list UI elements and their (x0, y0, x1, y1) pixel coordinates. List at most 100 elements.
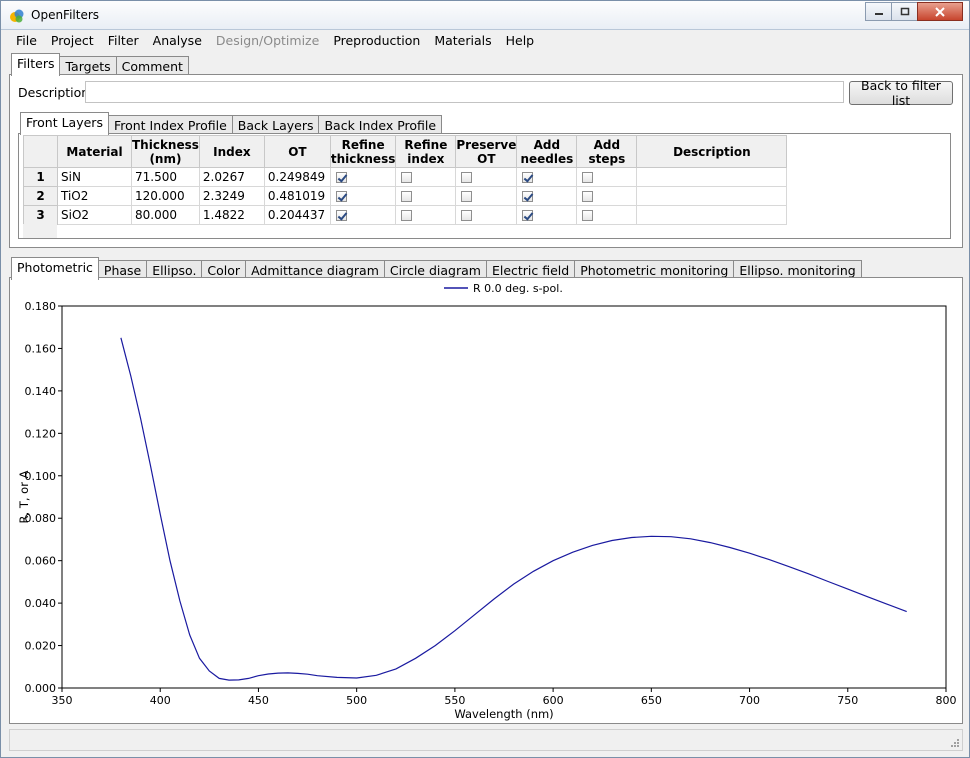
index-cell[interactable]: 2.3249 (198, 186, 265, 206)
add-needles-cell (516, 186, 578, 206)
x-tick-label: 350 (52, 694, 73, 707)
menu-materials[interactable]: Materials (427, 31, 498, 51)
refine-index-cell (395, 167, 457, 187)
layer-tabs: Front Layers Front Index Profile Back La… (20, 112, 443, 135)
column-header-refine-thickness[interactable]: Refine thickness (329, 135, 397, 168)
refine-index-checkbox[interactable] (401, 191, 413, 202)
y-tick-label: 0.180 (25, 300, 57, 313)
tab-back-layers[interactable]: Back Layers (231, 115, 320, 135)
add-needles-checkbox[interactable] (522, 191, 534, 202)
x-tick-label: 400 (150, 694, 171, 707)
y-tick-label: 0.160 (25, 342, 57, 355)
close-button[interactable] (917, 2, 963, 21)
description-label: Description: (18, 85, 94, 100)
add-steps-checkbox[interactable] (582, 191, 594, 202)
preserve-ot-checkbox[interactable] (461, 172, 473, 183)
column-header-row-number (23, 135, 58, 168)
ot-cell[interactable]: 0.204437 (263, 205, 331, 225)
y-tick-label: 0.120 (25, 427, 57, 440)
tab-comment[interactable]: Comment (115, 56, 189, 76)
menu-filter[interactable]: Filter (101, 31, 146, 51)
thickness-cell[interactable]: 71.500 (131, 167, 200, 187)
back-to-filter-list-button[interactable]: Back to filter list (849, 78, 953, 108)
maximize-button[interactable] (891, 2, 918, 21)
y-tick-label: 0.060 (25, 555, 57, 568)
column-header-add-steps[interactable]: Add steps (576, 135, 638, 168)
tab-filters[interactable]: Filters (11, 53, 61, 76)
tab-front-layers[interactable]: Front Layers (20, 112, 109, 135)
add-needles-checkbox[interactable] (522, 172, 534, 183)
status-bar (9, 729, 963, 751)
add-steps-cell (576, 167, 638, 187)
column-header-thickness[interactable]: Thickness (nm) (131, 135, 200, 168)
material-cell[interactable]: SiN (57, 167, 132, 187)
preserve-ot-cell (455, 205, 518, 225)
description-cell[interactable] (636, 167, 788, 187)
tab-targets[interactable]: Targets (59, 56, 117, 76)
table-row[interactable]: 1 SiN 71.500 2.0267 0.249849 (23, 167, 788, 187)
add-needles-cell (516, 205, 578, 225)
add-needles-checkbox[interactable] (522, 210, 534, 221)
index-cell[interactable]: 1.4822 (198, 205, 265, 225)
column-header-description[interactable]: Description (636, 135, 788, 168)
refine-thickness-checkbox[interactable] (335, 191, 347, 202)
x-tick-label: 500 (346, 694, 367, 707)
description-input[interactable] (85, 81, 844, 103)
tab-photometric[interactable]: Photometric (11, 257, 99, 280)
index-cell[interactable]: 2.0267 (198, 167, 265, 187)
minimize-icon (874, 12, 883, 15)
add-steps-checkbox[interactable] (582, 172, 594, 183)
resize-grip-icon[interactable] (949, 737, 959, 747)
refine-thickness-checkbox[interactable] (335, 210, 347, 221)
preserve-ot-checkbox[interactable] (461, 210, 473, 221)
ot-cell[interactable]: 0.249849 (263, 167, 331, 187)
chart-background (10, 278, 960, 723)
ot-cell[interactable]: 0.481019 (263, 186, 331, 206)
refine-index-checkbox[interactable] (401, 210, 413, 221)
column-header-add-needles[interactable]: Add needles (516, 135, 578, 168)
menu-analyse[interactable]: Analyse (146, 31, 209, 51)
menu-design-optimize: Design/Optimize (215, 33, 320, 48)
column-header-index[interactable]: Index (198, 135, 265, 168)
x-tick-label: 800 (936, 694, 957, 707)
panel-splitter[interactable] (9, 249, 963, 252)
tab-front-index-profile[interactable]: Front Index Profile (107, 115, 233, 135)
material-cell[interactable]: SiO2 (57, 205, 132, 225)
column-header-ot[interactable]: OT (263, 135, 331, 168)
minimize-button[interactable] (865, 2, 892, 21)
description-cell[interactable] (636, 205, 788, 225)
refine-thickness-checkbox[interactable] (335, 172, 347, 183)
column-header-material[interactable]: Material (57, 135, 132, 168)
tab-back-index-profile[interactable]: Back Index Profile (318, 115, 443, 135)
layers-table: Material Thickness (nm) Index OT Refine … (23, 135, 788, 225)
table-row[interactable]: 3 SiO2 80.000 1.4822 0.204437 (23, 205, 788, 225)
menu-preproduction[interactable]: Preproduction (326, 31, 427, 51)
x-tick-label: 450 (248, 694, 269, 707)
refine-thickness-cell (329, 186, 397, 206)
x-tick-label: 750 (837, 694, 858, 707)
column-header-preserve-ot[interactable]: Preserve OT (455, 135, 518, 168)
x-axis-label: Wavelength (nm) (454, 707, 553, 721)
refine-index-checkbox[interactable] (401, 172, 413, 183)
menu-file[interactable]: File (9, 31, 44, 51)
preserve-ot-checkbox[interactable] (461, 191, 473, 202)
openfilters-logo-icon (10, 9, 24, 23)
legend-entry: R 0.0 deg. s-pol. (473, 282, 563, 295)
y-tick-label: 0.040 (25, 597, 57, 610)
preserve-ot-cell (455, 167, 518, 187)
photometric-chart: 350 400 450 500 550 600 650 700 750 800 0.000 0.020… (10, 278, 960, 723)
close-icon (935, 6, 945, 17)
refine-index-cell (395, 205, 457, 225)
title-bar[interactable]: OpenFilters (1, 1, 969, 30)
table-row[interactable]: 2 TiO2 120.000 2.3249 0.481019 (23, 186, 788, 206)
column-header-refine-index[interactable]: Refine index (395, 135, 457, 168)
menu-help[interactable]: Help (499, 31, 542, 51)
material-cell[interactable]: TiO2 (57, 186, 132, 206)
description-cell[interactable] (636, 186, 788, 206)
menu-project[interactable]: Project (44, 31, 101, 51)
thickness-cell[interactable]: 80.000 (131, 205, 200, 225)
thickness-cell[interactable]: 120.000 (131, 186, 200, 206)
add-steps-checkbox[interactable] (582, 210, 594, 221)
restore-icon (900, 7, 909, 16)
y-tick-label: 0.020 (25, 640, 57, 653)
